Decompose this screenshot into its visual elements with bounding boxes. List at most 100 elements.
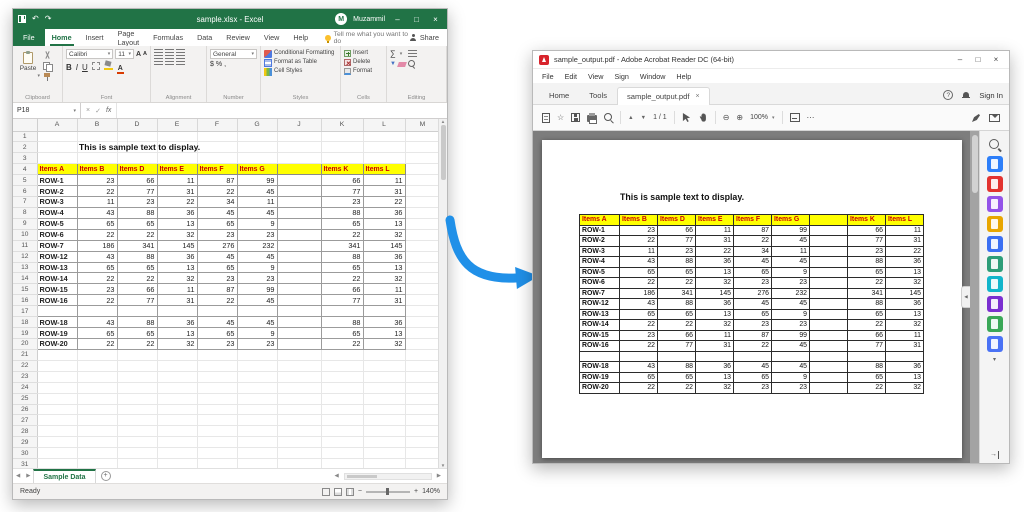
row-header-16[interactable]: 16 [13, 295, 37, 306]
page-break-view-icon[interactable] [346, 488, 354, 496]
cell-M13[interactable] [405, 262, 440, 273]
cell-J22[interactable] [277, 360, 321, 371]
cell-B21[interactable] [77, 349, 117, 360]
sheet-tab-sample-data[interactable]: Sample Data [33, 469, 95, 483]
cell-L31[interactable] [363, 459, 405, 468]
cell-F26[interactable] [197, 404, 237, 415]
sign-in-button[interactable]: Sign In [979, 91, 1003, 100]
cell-F18[interactable]: 45 [197, 317, 237, 328]
column-header-g[interactable]: G [237, 119, 277, 131]
cell-K24[interactable] [321, 382, 363, 393]
notifications-bell-icon[interactable] [962, 92, 970, 99]
cell-D11[interactable]: 341 [117, 240, 157, 251]
minimize-button[interactable]: – [391, 15, 404, 24]
cell-J7[interactable] [277, 197, 321, 208]
cell-M18[interactable] [405, 317, 440, 328]
cell-F14[interactable]: 23 [197, 273, 237, 284]
row-header-30[interactable]: 30 [13, 448, 37, 459]
row-header-26[interactable]: 26 [13, 404, 37, 415]
cell-A4[interactable]: Items A [37, 164, 77, 175]
cell-A5[interactable]: ROW-1 [37, 175, 77, 186]
cell-D19[interactable]: 65 [117, 328, 157, 339]
cell-M12[interactable] [405, 251, 440, 262]
name-box[interactable]: P18 ▾ [13, 103, 81, 118]
cell-E14[interactable]: 32 [157, 273, 197, 284]
cell-K4[interactable]: Items K [321, 164, 363, 175]
cell-E22[interactable] [157, 360, 197, 371]
cell-K12[interactable]: 88 [321, 251, 363, 262]
cell-B27[interactable] [77, 415, 117, 426]
cell-J10[interactable] [277, 229, 321, 240]
menu-window[interactable]: Window [640, 72, 666, 81]
cell-G18[interactable]: 45 [237, 317, 277, 328]
cell-F30[interactable] [197, 448, 237, 459]
cell-G28[interactable] [237, 426, 277, 437]
column-header-j[interactable]: J [277, 119, 321, 131]
cell-E26[interactable] [157, 404, 197, 415]
cell-K26[interactable] [321, 404, 363, 415]
cell-D7[interactable]: 23 [117, 197, 157, 208]
cell-E27[interactable] [157, 415, 197, 426]
cell-B10[interactable]: 22 [77, 229, 117, 240]
cell-D5[interactable]: 66 [117, 175, 157, 186]
horizontal-scrollbar-thumb[interactable] [347, 475, 377, 479]
insert-cells-button[interactable]: Insert [344, 49, 383, 58]
cell-J19[interactable] [277, 328, 321, 339]
row-header-28[interactable]: 28 [13, 426, 37, 437]
cell-J26[interactable] [277, 404, 321, 415]
save-icon[interactable] [18, 15, 26, 23]
cell-L2[interactable] [363, 142, 405, 153]
scroll-up-icon[interactable]: ▲ [441, 119, 445, 124]
cell-J2[interactable] [277, 142, 321, 153]
cell-G1[interactable] [237, 131, 277, 142]
cell-E18[interactable]: 36 [157, 317, 197, 328]
cell-D14[interactable]: 22 [117, 273, 157, 284]
export-pdf-icon[interactable] [987, 156, 1003, 172]
cell-E12[interactable]: 36 [157, 251, 197, 262]
format-as-table-button[interactable]: Format as Table [264, 58, 337, 67]
cell-K9[interactable]: 65 [321, 218, 363, 229]
row-header-8[interactable]: 8 [13, 207, 37, 218]
tab-home[interactable]: Home [539, 87, 579, 104]
cell-F31[interactable] [197, 459, 237, 468]
cell-G25[interactable] [237, 393, 277, 404]
cell-L28[interactable] [363, 426, 405, 437]
cell-A30[interactable] [37, 448, 77, 459]
cell-F15[interactable]: 87 [197, 284, 237, 295]
cell-K5[interactable]: 66 [321, 175, 363, 186]
cell-L20[interactable]: 32 [363, 339, 405, 350]
cell-G24[interactable] [237, 382, 277, 393]
sheet-nav-prev-icon[interactable]: ◀ [13, 469, 23, 483]
cell-D13[interactable]: 65 [117, 262, 157, 273]
ribbon-tab-help[interactable]: Help [286, 29, 315, 46]
share-button[interactable]: Share [410, 29, 447, 46]
cell-B5[interactable]: 23 [77, 175, 117, 186]
cell-B15[interactable]: 23 [77, 284, 117, 295]
cell-B1[interactable] [77, 131, 117, 142]
cell-G13[interactable]: 9 [237, 262, 277, 273]
row-header-14[interactable]: 14 [13, 273, 37, 284]
cell-G9[interactable]: 9 [237, 218, 277, 229]
cell-G5[interactable]: 99 [237, 175, 277, 186]
cell-K2[interactable] [321, 142, 363, 153]
row-header-20[interactable]: 20 [13, 339, 37, 350]
zoom-level[interactable]: 140% [422, 488, 440, 495]
column-header-l[interactable]: L [363, 119, 405, 131]
cell-F17[interactable] [197, 306, 237, 317]
align-right-icon[interactable] [176, 58, 185, 65]
row-header-15[interactable]: 15 [13, 284, 37, 295]
accounting-format-icon[interactable]: $ [210, 61, 214, 68]
cell-A31[interactable] [37, 459, 77, 468]
zoom-slider-thumb[interactable] [386, 488, 389, 495]
cell-G30[interactable] [237, 448, 277, 459]
format-cells-button[interactable]: Format [344, 67, 383, 76]
cell-F3[interactable] [197, 153, 237, 164]
cell-E31[interactable] [157, 459, 197, 468]
cell-M28[interactable] [405, 426, 440, 437]
more-tools-chevron-icon[interactable]: ▾ [993, 356, 996, 363]
cell-B14[interactable]: 22 [77, 273, 117, 284]
cell-J15[interactable] [277, 284, 321, 295]
ribbon-tab-page-layout[interactable]: Page Layout [111, 29, 147, 46]
cell-B29[interactable] [77, 437, 117, 448]
cell-J1[interactable] [277, 131, 321, 142]
